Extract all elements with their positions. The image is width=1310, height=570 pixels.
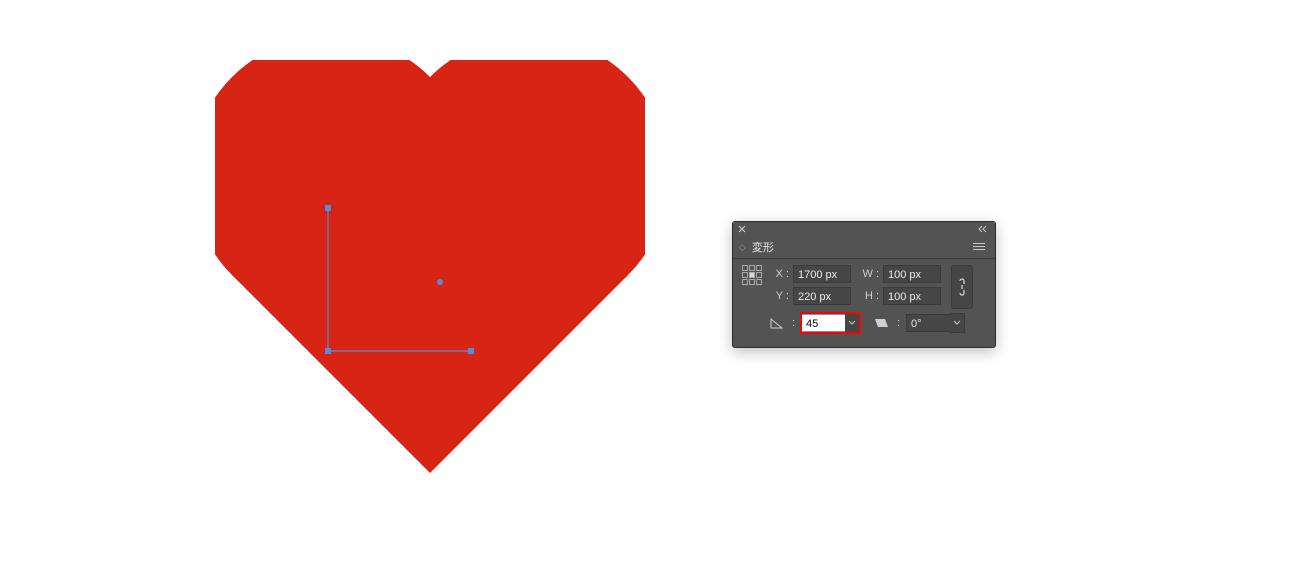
heart-shape-group <box>215 60 645 490</box>
panel-body: X : 1700 px Y : 220 px W : 100 px H : 10… <box>733 259 995 347</box>
rotate-colon: : <box>791 317 795 329</box>
shear-input[interactable]: 0° <box>906 314 950 332</box>
constrain-proportions-button[interactable] <box>951 265 973 309</box>
chevron-down-icon <box>953 320 961 326</box>
panel-collapse-button[interactable] <box>977 224 991 234</box>
shear-field-group: 0° <box>906 313 965 333</box>
chevron-down-icon <box>848 320 856 326</box>
transform-panel: ◇ 変形 X : 1700 px Y : 220 px <box>732 221 996 348</box>
panel-titlebar[interactable] <box>733 222 995 236</box>
heart-svg <box>215 60 645 490</box>
h-label: H : <box>861 290 879 302</box>
panel-menu-button[interactable] <box>973 239 989 253</box>
panel-tab-indicator: ◇ <box>739 242 746 253</box>
x-label: X : <box>771 268 789 280</box>
canvas-area[interactable] <box>0 0 1310 570</box>
panel-tabbar: ◇ 変形 <box>733 236 995 259</box>
tab-transform[interactable]: 変形 <box>748 237 778 257</box>
rotate-field-group: 45 <box>801 313 860 333</box>
anchor-right[interactable] <box>468 348 474 354</box>
y-input[interactable]: 220 px <box>793 287 851 305</box>
shear-colon: : <box>896 317 900 329</box>
reference-point-widget[interactable] <box>741 265 763 285</box>
anchor-corner[interactable] <box>325 348 331 354</box>
panel-close-button[interactable] <box>737 225 746 234</box>
selection-center-point <box>437 279 443 285</box>
close-icon <box>738 225 746 233</box>
shear-icon <box>874 317 890 329</box>
link-icon <box>957 278 967 296</box>
h-input[interactable]: 100 px <box>883 287 941 305</box>
x-input[interactable]: 1700 px <box>793 265 851 283</box>
rotate-icon <box>769 317 785 329</box>
anchor-top[interactable] <box>325 205 331 211</box>
x-field-group: X : 1700 px <box>771 265 851 283</box>
w-input[interactable]: 100 px <box>883 265 941 283</box>
w-field-group: W : 100 px <box>861 265 941 283</box>
rotate-dropdown[interactable] <box>845 313 860 333</box>
reference-point-grid[interactable] <box>742 265 762 285</box>
w-label: W : <box>861 268 879 280</box>
y-field-group: Y : 220 px <box>771 287 851 305</box>
y-label: Y : <box>771 290 789 302</box>
rotate-input[interactable]: 45 <box>801 314 845 332</box>
chevron-left-icon <box>978 225 990 233</box>
shear-dropdown[interactable] <box>950 313 965 333</box>
h-field-group: H : 100 px <box>861 287 941 305</box>
